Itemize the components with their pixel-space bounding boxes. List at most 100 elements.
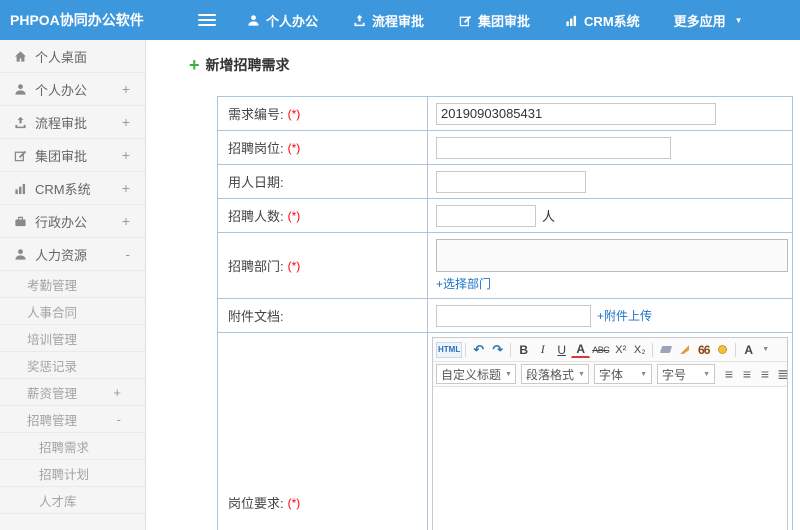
- sidebar-item-label: 人力资源: [35, 247, 88, 263]
- redo-icon[interactable]: ↷: [488, 340, 507, 359]
- sidebar-item-personal-desktop[interactable]: 个人桌面: [0, 40, 145, 73]
- expand-toggle[interactable]: +: [122, 214, 130, 228]
- font-family-select[interactable]: 字体 ▼: [594, 364, 652, 384]
- sidebar-item-crm[interactable]: CRM系统 +: [0, 172, 145, 205]
- sidebar-item-label: 招聘需求: [39, 440, 90, 455]
- sidebar-item-training[interactable]: 培训管理: [0, 325, 145, 352]
- superscript-button[interactable]: X²: [611, 340, 630, 359]
- sidebar-item-label: 流程审批: [35, 115, 88, 131]
- form-row-job-position: 招聘岗位: (*): [218, 131, 792, 165]
- underline-button[interactable]: U: [552, 340, 571, 359]
- sidebar-item-label: 个人桌面: [35, 49, 88, 65]
- align-center-icon[interactable]: ≡: [738, 365, 756, 384]
- font-size-select[interactable]: 字号 ▼: [657, 364, 715, 384]
- paragraph-format-select[interactable]: 段落格式 ▼: [521, 364, 589, 384]
- editor-content-area[interactable]: [433, 387, 787, 530]
- nav-group-approval[interactable]: 集团审批: [458, 11, 530, 30]
- bold-button[interactable]: B: [514, 340, 533, 359]
- heading-style-select[interactable]: 自定义标题 ▼: [436, 364, 516, 384]
- strikethrough-button[interactable]: ABC: [590, 340, 611, 359]
- sidebar-item-talent-pool[interactable]: 人才库: [0, 487, 145, 514]
- eraser-icon[interactable]: [656, 340, 675, 359]
- sidebar-item-workflow-approval[interactable]: 流程审批 +: [0, 106, 145, 139]
- department-textarea[interactable]: [436, 239, 788, 272]
- form-row-attachment: 附件文档: +附件上传: [218, 299, 792, 333]
- field-label: 用人日期:: [218, 165, 428, 198]
- app-logo[interactable]: PHPOA协同办公软件: [0, 10, 146, 30]
- sidebar-item-salary[interactable]: 薪资管理 +: [0, 379, 145, 406]
- sidebar-item-label: 薪资管理: [27, 386, 78, 401]
- sidebar-item-label: 人事合同: [27, 305, 78, 320]
- sidebar-item-recruit-demand[interactable]: 招聘需求: [0, 433, 145, 460]
- font-color-button[interactable]: A: [571, 341, 591, 358]
- toolbar-separator: [510, 342, 512, 357]
- job-position-input[interactable]: [436, 136, 671, 159]
- expand-toggle[interactable]: +: [122, 82, 130, 96]
- sidebar-item-personal-office[interactable]: 个人办公 +: [0, 73, 145, 106]
- collapse-toggle[interactable]: -: [117, 413, 121, 426]
- expand-toggle[interactable]: +: [122, 115, 130, 129]
- form-row-hire-date: 用人日期:: [218, 165, 792, 199]
- collapse-toggle[interactable]: -: [125, 247, 130, 261]
- italic-button[interactable]: I: [533, 340, 552, 359]
- blockquote-icon[interactable]: 66: [694, 340, 713, 359]
- select-department-link[interactable]: +选择部门: [436, 275, 491, 292]
- field-label: 附件文档:: [218, 299, 428, 332]
- hire-date-input[interactable]: [436, 170, 586, 193]
- expand-toggle[interactable]: +: [113, 386, 121, 399]
- sidebar-item-label: 个人办公: [35, 82, 88, 98]
- field-label: 招聘部门: (*): [218, 233, 428, 298]
- home-icon: [13, 49, 27, 63]
- attachment-input[interactable]: [436, 304, 591, 327]
- form-row-demand-number: 需求编号: (*): [218, 97, 792, 131]
- sidebar-item-hr-contract[interactable]: 人事合同: [0, 298, 145, 325]
- demand-number-input[interactable]: [436, 102, 716, 125]
- chevron-down-icon: ▼: [505, 370, 512, 378]
- sidebar-item-label: 培训管理: [27, 332, 78, 347]
- upload-attachment-link[interactable]: +附件上传: [597, 307, 652, 324]
- emoticon-icon[interactable]: [713, 340, 732, 359]
- add-icon: +: [189, 55, 200, 75]
- nav-personal-office[interactable]: 个人办公: [246, 11, 318, 30]
- menu-toggle-icon[interactable]: [198, 11, 216, 29]
- align-right-icon[interactable]: ≡: [756, 365, 774, 384]
- sidebar-item-group-approval[interactable]: 集团审批 +: [0, 139, 145, 172]
- user-icon: [13, 82, 27, 96]
- field-label: 招聘岗位: (*): [218, 131, 428, 164]
- nav-label: 集团审批: [478, 13, 531, 29]
- editor-toolbar-row2: 自定义标题 ▼ 段落格式 ▼ 字体 ▼ 字号 ▼ ≡ ≡ ≡: [433, 362, 787, 387]
- field-label: 岗位要求: (*): [218, 333, 428, 530]
- sidebar-item-recruit-plan[interactable]: 招聘计划: [0, 460, 145, 487]
- page-title-text: 新增招聘需求: [205, 57, 290, 73]
- align-justify-icon[interactable]: ≣: [774, 365, 787, 384]
- nav-label: 流程审批: [372, 13, 425, 29]
- sidebar-item-label: 人才库: [39, 494, 77, 509]
- user-icon: [246, 13, 260, 27]
- expand-toggle[interactable]: +: [122, 148, 130, 162]
- html-source-button[interactable]: HTML: [436, 341, 463, 358]
- format-brush-icon[interactable]: [675, 340, 694, 359]
- sidebar-item-admin-office[interactable]: 行政办公 +: [0, 205, 145, 238]
- chevron-down-icon: ▼: [762, 346, 770, 353]
- nav-label: CRM系统: [584, 13, 640, 29]
- sidebar-item-human-resources[interactable]: 人力资源 -: [0, 238, 145, 271]
- nav-more-apps[interactable]: 更多应用 ▼: [674, 11, 743, 30]
- nav-crm-system[interactable]: CRM系统: [564, 11, 640, 30]
- nav-workflow-approval[interactable]: 流程审批: [352, 11, 424, 30]
- undo-icon[interactable]: ↶: [469, 340, 488, 359]
- briefcase-icon: [13, 214, 27, 228]
- sidebar-item-label: 行政办公: [35, 214, 88, 230]
- subscript-button[interactable]: X₂: [630, 340, 649, 359]
- align-left-icon[interactable]: ≡: [720, 365, 738, 384]
- upload-icon: [352, 13, 366, 27]
- bar-chart-icon: [564, 13, 578, 27]
- headcount-input[interactable]: [436, 204, 536, 227]
- required-marker: (*): [287, 140, 301, 155]
- field-label: 招聘人数: (*): [218, 199, 428, 232]
- font-color-dropdown[interactable]: A: [739, 340, 758, 359]
- sidebar-item-label: 招聘管理: [27, 413, 78, 428]
- sidebar-item-attendance[interactable]: 考勤管理: [0, 271, 145, 298]
- expand-toggle[interactable]: +: [122, 181, 130, 195]
- sidebar-item-rewards[interactable]: 奖惩记录: [0, 352, 145, 379]
- sidebar-item-recruitment[interactable]: 招聘管理 -: [0, 406, 145, 433]
